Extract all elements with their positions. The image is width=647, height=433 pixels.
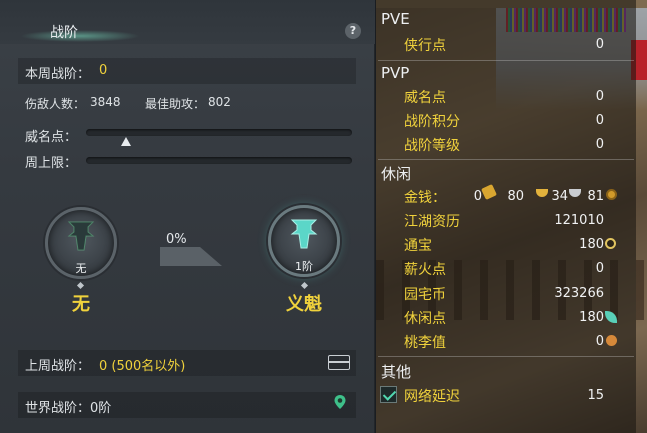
help-icon[interactable]: ?	[345, 23, 361, 39]
progress-arrow	[160, 247, 222, 266]
leisure-item-value: 0	[595, 334, 604, 349]
best-assist-value: 802	[208, 95, 231, 109]
token-icon	[605, 238, 616, 249]
section-divider	[378, 159, 634, 160]
kills-label: 伤敌人数：	[25, 97, 86, 111]
pvp-section-title: PVP	[381, 64, 410, 82]
kills-value: 3848	[90, 95, 121, 109]
leisure-item-label: 薪火点	[404, 262, 446, 278]
current-rank-small-label: 无	[75, 262, 87, 275]
rank-panel: 战阶 ? 本周战阶： 0 伤敌人数： 3848 最佳助攻： 802 威名点： 周…	[0, 0, 375, 433]
leisure-item-value: 180	[579, 310, 604, 325]
pve-item-value: 0	[595, 37, 604, 52]
next-rank-emblem: 1阶	[268, 205, 340, 277]
best-assist-label: 最佳助攻：	[145, 97, 206, 111]
current-rank-emblem: 无	[45, 207, 117, 279]
title-glow-decoration	[20, 30, 140, 42]
location-pin-icon[interactable]	[333, 394, 347, 410]
leisure-item-label: 园宅币	[404, 287, 446, 303]
panel-title: 战阶	[50, 25, 78, 41]
token-icon	[606, 189, 617, 200]
world-rank-text: 世界战阶：0阶	[25, 401, 112, 416]
latency-value: 15	[587, 388, 604, 403]
gold-label: 金钱：	[404, 190, 446, 206]
section-divider	[378, 60, 634, 61]
peach-icon	[606, 335, 617, 346]
last-week-label: 上周战阶：	[25, 359, 91, 374]
pvp-item-label: 威名点	[404, 90, 446, 106]
weekly-cap-label: 周上限：	[25, 156, 78, 171]
leisure-item-label: 桃李值	[404, 335, 446, 351]
leisure-item-value: 180	[579, 237, 604, 252]
pve-item-label: 侠行点	[404, 38, 446, 54]
stats-overlay: PVE 侠行点 0 PVP 威名点 0 战阶积分 0 战阶等级 0 休闲 金钱：…	[376, 0, 647, 433]
progress-percent: 0%	[166, 232, 187, 247]
weekly-rank-value: 0	[99, 63, 108, 78]
latency-checkbox[interactable]	[380, 386, 397, 403]
prestige-bar	[86, 129, 352, 136]
latency-label: 网络延迟	[404, 389, 460, 405]
leisure-item-label: 江湖资历	[404, 214, 460, 230]
rank-token-icon	[67, 221, 95, 251]
weekly-cap-bar	[86, 157, 352, 164]
pvp-item-value: 0	[595, 89, 604, 104]
section-divider	[378, 356, 634, 357]
pvp-item-label: 战阶积分	[404, 114, 460, 130]
pvp-item-label: 战阶等级	[404, 138, 460, 154]
panel-header: 战阶 ?	[0, 0, 375, 44]
copper-value: 34	[551, 189, 568, 204]
next-rank-small-label: 1阶	[295, 260, 313, 273]
prestige-label: 威名点：	[25, 130, 78, 145]
prestige-marker	[120, 137, 131, 146]
leisure-item-value: 323266	[554, 286, 604, 301]
current-rank-name: 无	[72, 294, 90, 315]
gold-value: 0	[473, 189, 482, 204]
leisure-item-value: 0	[595, 261, 604, 276]
weekly-rank-label: 本周战阶：	[25, 67, 91, 82]
next-rank-name: 义魁	[286, 294, 322, 315]
other-section-title: 其他	[381, 363, 412, 381]
leisure-item-value: 121010	[554, 213, 604, 228]
current-rank-diamond	[76, 281, 85, 290]
next-rank-diamond	[300, 281, 309, 290]
leisure-section-title: 休闲	[381, 165, 412, 183]
leisure-item-label: 通宝	[404, 238, 432, 254]
rank-token-icon	[290, 219, 318, 249]
leisure-item-label: 休闲点	[404, 311, 446, 327]
pvp-item-value: 0	[595, 113, 604, 128]
silver-value: 80	[507, 189, 524, 204]
other-currency-value: 81	[587, 189, 604, 204]
chest-icon[interactable]	[328, 355, 350, 370]
pve-section-title: PVE	[381, 10, 410, 28]
pvp-item-value: 0	[595, 137, 604, 152]
last-week-value: 0 (500名以外)	[99, 359, 186, 374]
